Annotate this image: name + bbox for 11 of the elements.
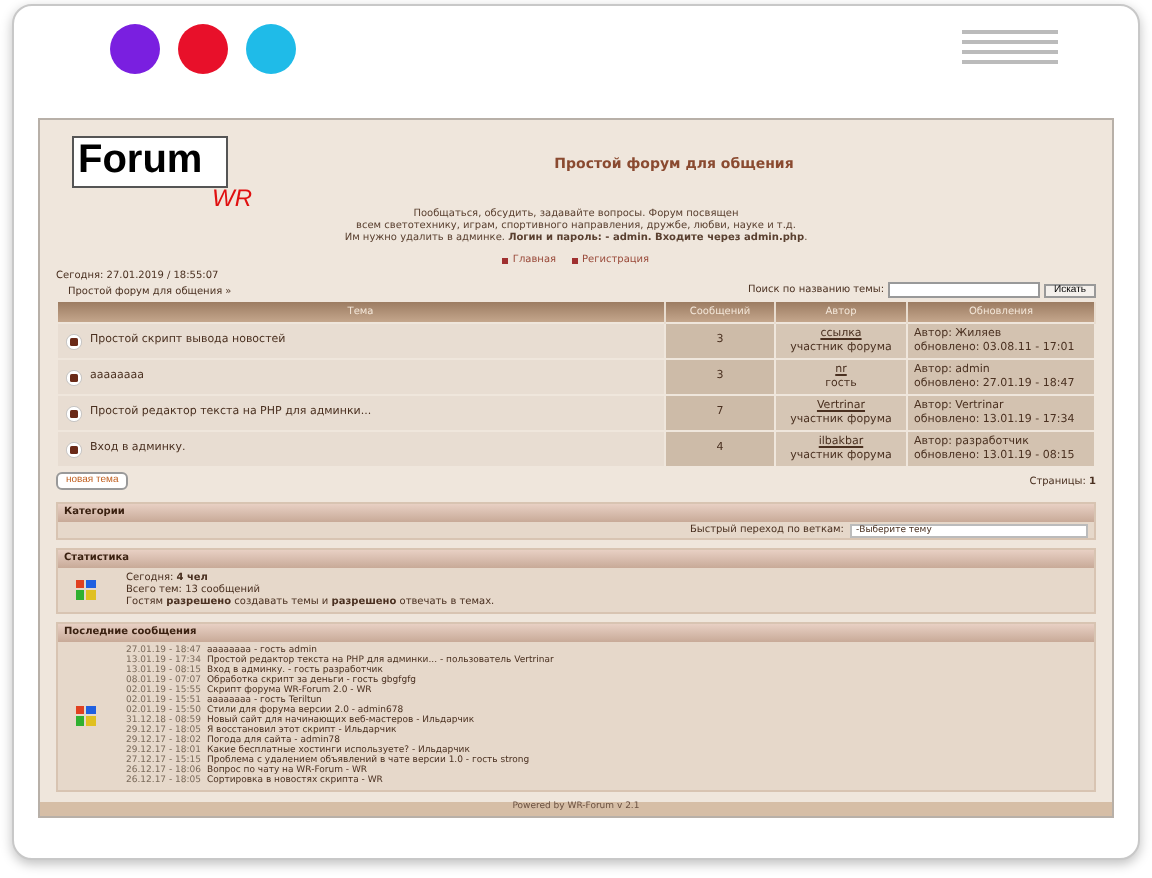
- stats-icon: [74, 578, 98, 602]
- recent-icon: [74, 704, 98, 728]
- menu-icon[interactable]: [962, 30, 1058, 66]
- topic-icon: [66, 369, 82, 385]
- topic-icon: [66, 441, 82, 457]
- window-dot[interactable]: [110, 23, 160, 73]
- topic-icon: [66, 333, 82, 349]
- window-dot[interactable]: [246, 23, 296, 73]
- topic-icon: [66, 405, 82, 421]
- window-dot[interactable]: [178, 23, 228, 73]
- search-field[interactable]: [888, 282, 1041, 298]
